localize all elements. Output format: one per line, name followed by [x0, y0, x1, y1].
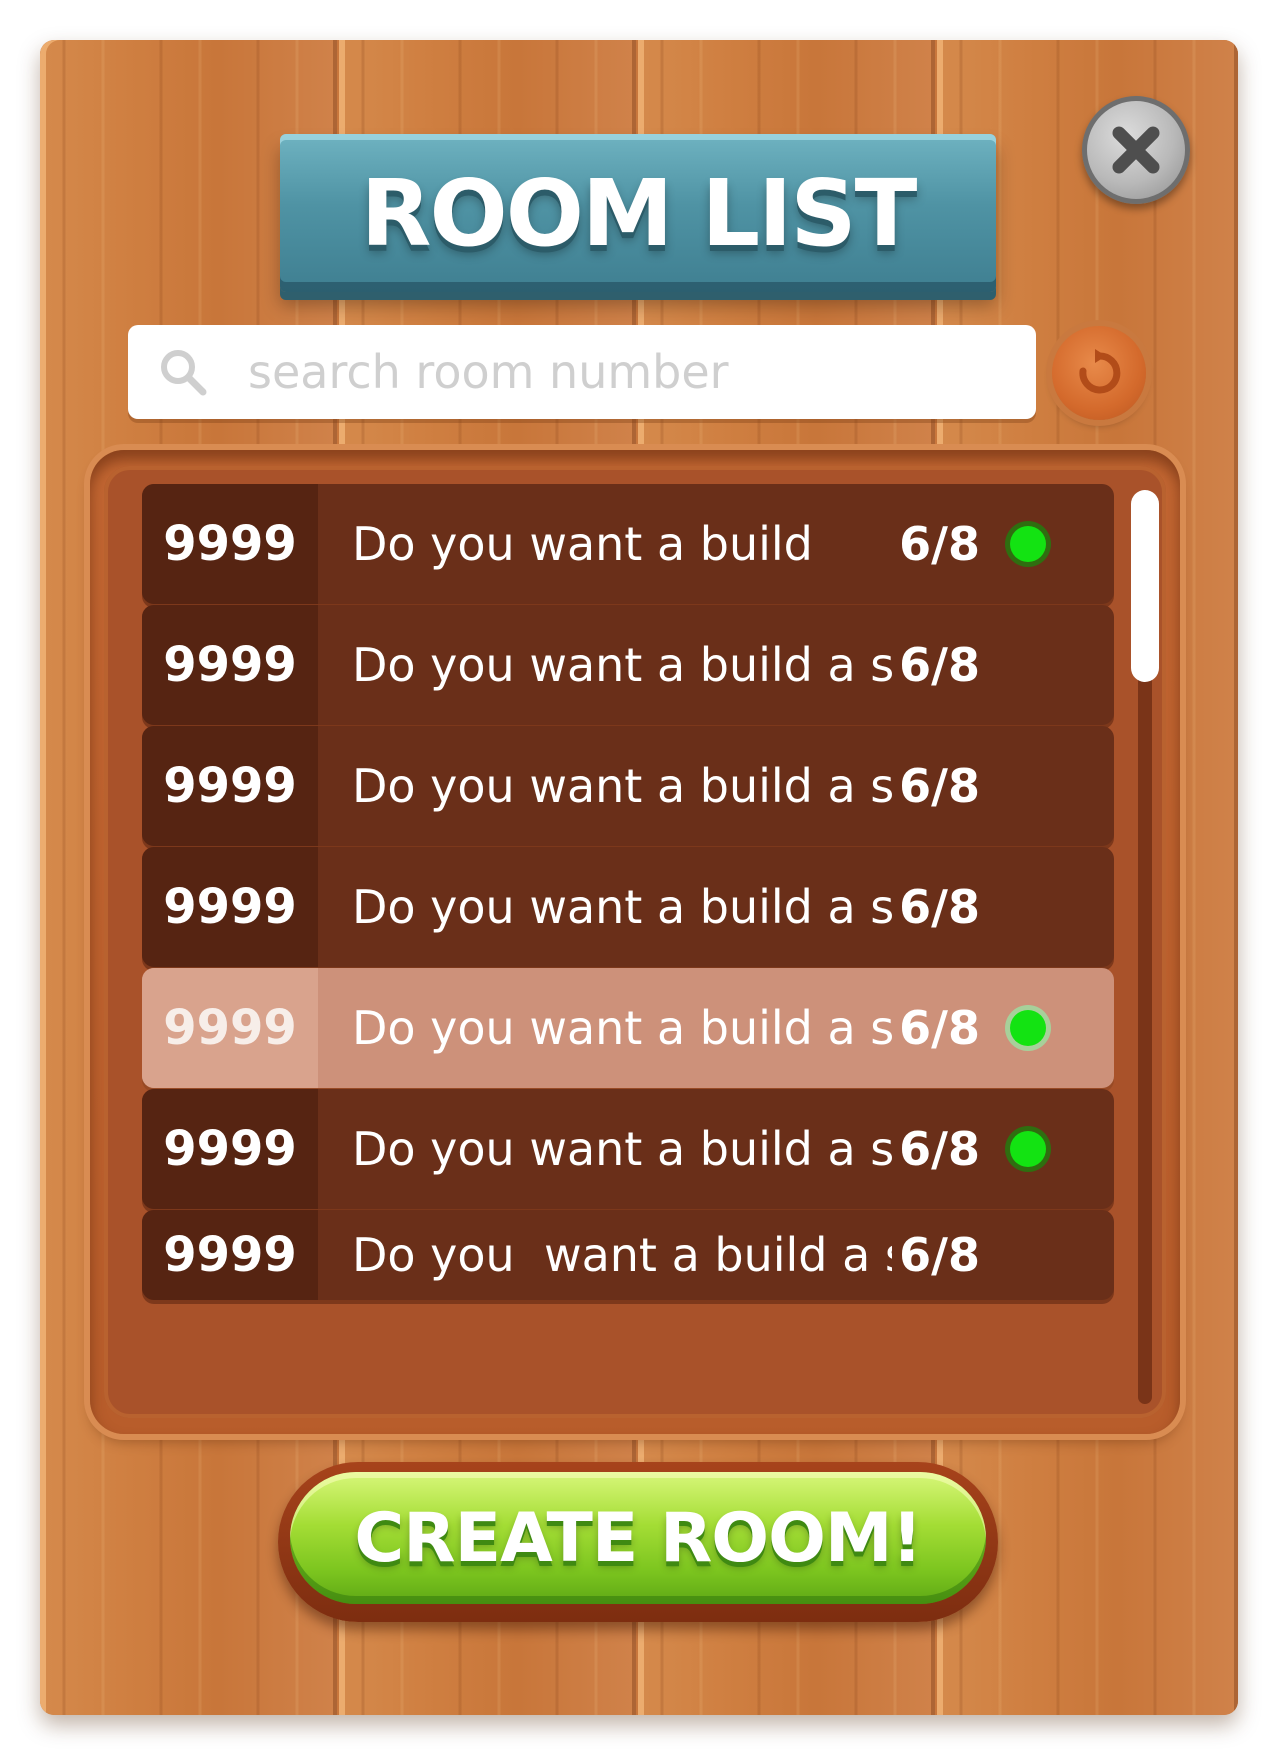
- room-number: 9999: [142, 1089, 318, 1209]
- search-icon: [161, 350, 207, 396]
- room-row[interactable]: 9999 Do you want a build 6/8: [142, 484, 1114, 604]
- room-player-count: 6/8: [899, 638, 980, 692]
- room-title: Do you want a build a s: [352, 1122, 892, 1176]
- room-title: Do you want a build a s: [352, 1228, 892, 1282]
- status-dot-icon: [1010, 1010, 1046, 1046]
- search-input[interactable]: [248, 345, 988, 399]
- room-number: 9999: [142, 726, 318, 846]
- refresh-icon: [1079, 349, 1121, 394]
- close-button[interactable]: [1082, 96, 1190, 204]
- room-row[interactable]: 9999 Do you want a build a s 6/8: [142, 605, 1114, 725]
- room-number: 9999: [142, 968, 318, 1088]
- room-row[interactable]: 9999 Do you want a build a s 6/8: [142, 1210, 1114, 1300]
- room-player-count: 6/8: [899, 1001, 980, 1055]
- room-player-count: 6/8: [899, 1122, 980, 1176]
- title-banner: ROOM LIST: [280, 134, 996, 292]
- room-number: 9999: [142, 484, 318, 604]
- scrollbar-thumb[interactable]: [1131, 490, 1159, 682]
- room-player-count: 6/8: [899, 1228, 980, 1282]
- status-dot-icon: [1010, 1131, 1046, 1167]
- close-icon: [1112, 126, 1160, 174]
- room-number: 9999: [142, 605, 318, 725]
- room-number: 9999: [142, 1210, 318, 1300]
- create-room-button[interactable]: CREATE ROOM!: [290, 1472, 986, 1604]
- room-row[interactable]: 9999 Do you want a build a s 6/8: [142, 726, 1114, 846]
- room-player-count: 6/8: [899, 880, 980, 934]
- room-number: 9999: [142, 847, 318, 967]
- room-player-count: 6/8: [899, 759, 980, 813]
- scrollbar-track[interactable]: [1131, 490, 1159, 1404]
- room-row[interactable]: 9999 Do you want a build a s 6/8: [142, 968, 1114, 1088]
- room-row[interactable]: 9999 Do you want a build a s 6/8: [142, 1089, 1114, 1209]
- room-title: Do you want a build: [352, 517, 813, 571]
- status-dot-icon: [1010, 526, 1046, 562]
- room-title: Do you want a build a s: [352, 880, 892, 934]
- create-room-button-frame: CREATE ROOM!: [278, 1462, 998, 1622]
- room-list: 9999 Do you want a build 6/8 9999 Do you wan…: [90, 450, 1180, 1434]
- search-bar: [128, 325, 1036, 419]
- page-title: ROOM LIST: [360, 159, 918, 267]
- room-title: Do you want a build a s: [352, 759, 892, 813]
- room-row[interactable]: 9999 Do you want a build a s 6/8: [142, 847, 1114, 967]
- create-room-label: CREATE ROOM!: [354, 1498, 922, 1578]
- room-title: Do you want a build a s: [352, 638, 892, 692]
- refresh-button[interactable]: [1052, 326, 1146, 420]
- room-list-inner: 9999 Do you want a build 6/8 9999 Do you wan…: [104, 466, 1166, 1418]
- room-player-count: 6/8: [899, 517, 980, 571]
- room-title: Do you want a build a s: [352, 1001, 892, 1055]
